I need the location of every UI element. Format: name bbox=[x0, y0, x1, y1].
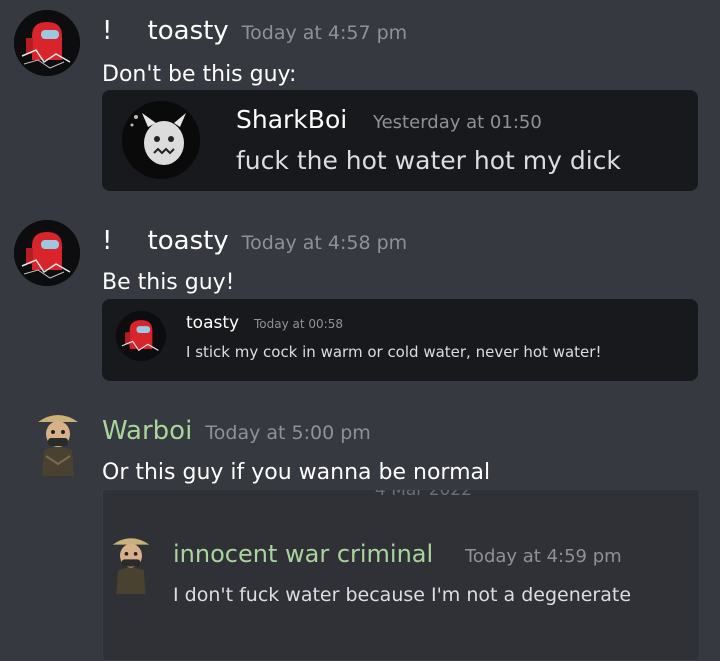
red-crewmate-avatar-icon bbox=[116, 311, 166, 361]
quote-text: I don't fuck water because I'm not a deg… bbox=[173, 584, 632, 606]
message-text: Or this guy if you wanna be normal bbox=[102, 460, 491, 485]
message-text: Be this guy! bbox=[102, 270, 235, 295]
quote-text: fuck the hot water hot my dick bbox=[236, 146, 621, 175]
shark-avatar bbox=[122, 101, 200, 179]
soldier-avatar bbox=[109, 530, 153, 596]
quote-author: innocent war criminal bbox=[173, 540, 434, 568]
quote-author: toasty bbox=[186, 313, 240, 333]
quoted-screenshot: 4 Mar 2022 innocent war criminal Today a… bbox=[102, 489, 700, 661]
author-name[interactable]: toasty bbox=[148, 16, 229, 46]
avatar-toasty[interactable] bbox=[14, 10, 80, 76]
soldier-avatar-icon bbox=[112, 538, 150, 595]
quote-timestamp: Yesterday at 01:50 bbox=[373, 112, 542, 133]
avatar-toasty[interactable] bbox=[14, 220, 80, 286]
message-timestamp: Today at 4:58 pm bbox=[241, 232, 408, 254]
author-name[interactable]: toasty bbox=[148, 226, 229, 256]
quote-author: SharkBoi bbox=[236, 105, 348, 134]
avatar-warboi[interactable] bbox=[34, 408, 82, 476]
quoted-screenshot: toasty Today at 00:58 I stick my cock in… bbox=[102, 299, 698, 381]
message-2: ! toasty Today at 4:58 pm Be this guy! t… bbox=[0, 200, 720, 390]
date-divider: 4 Mar 2022 bbox=[375, 489, 472, 500]
quoted-screenshot: SharkBoi Yesterday at 01:50 fuck the hot… bbox=[102, 90, 698, 191]
shark-avatar-icon bbox=[122, 101, 200, 179]
message-text: Don't be this guy: bbox=[102, 62, 297, 87]
soldier-avatar-icon bbox=[38, 415, 78, 476]
user-prefix: ! bbox=[102, 16, 113, 46]
quote-timestamp: Today at 00:58 bbox=[254, 317, 343, 331]
red-crewmate-avatar-icon bbox=[14, 220, 80, 286]
red-crewmate-avatar-icon bbox=[14, 10, 80, 76]
author-name[interactable]: Warboi bbox=[102, 416, 192, 446]
quote-timestamp: Today at 4:59 pm bbox=[465, 546, 622, 567]
message-1: ! toasty Today at 4:57 pm Don't be this … bbox=[0, 0, 720, 200]
user-prefix: ! bbox=[102, 226, 113, 256]
quote-text: I stick my cock in warm or cold water, n… bbox=[186, 343, 602, 361]
message-timestamp: Today at 5:00 pm bbox=[205, 422, 371, 444]
message-timestamp: Today at 4:57 pm bbox=[241, 22, 408, 44]
crewmate-avatar bbox=[116, 311, 166, 361]
